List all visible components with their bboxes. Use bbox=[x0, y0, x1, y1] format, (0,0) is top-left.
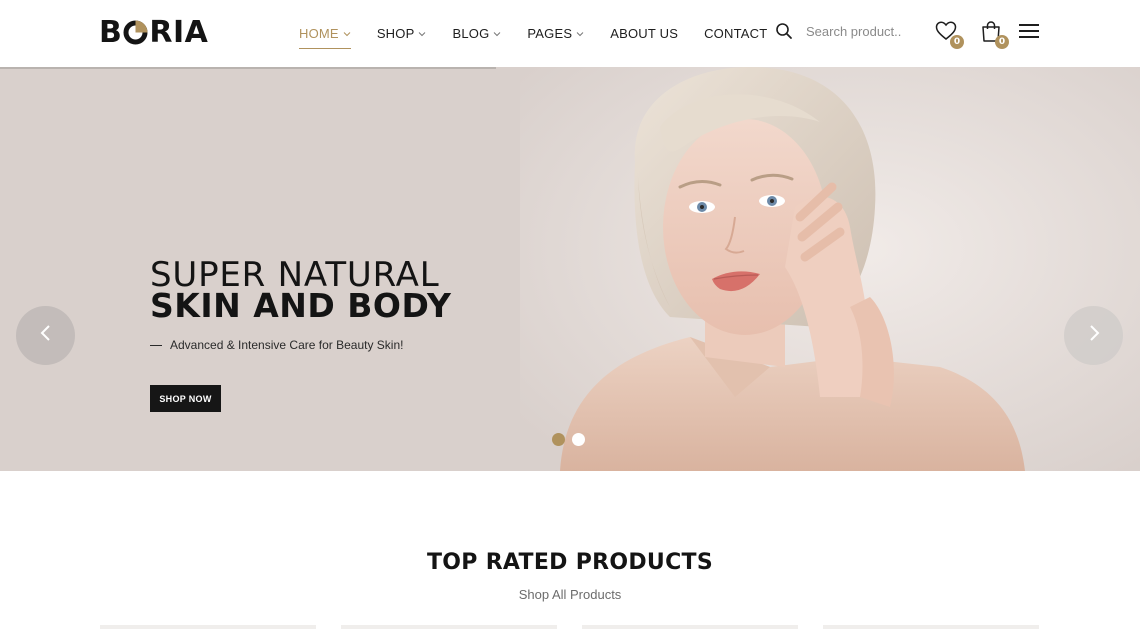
site-logo[interactable]: B RIA bbox=[99, 14, 208, 50]
shop-now-button[interactable]: SHOP NOW bbox=[150, 385, 221, 412]
search-input[interactable] bbox=[806, 21, 916, 41]
nav-item-shop[interactable]: SHOP bbox=[377, 23, 427, 45]
nav-item-about-us[interactable]: ABOUT US bbox=[610, 23, 678, 45]
nav-item-blog[interactable]: BLOG bbox=[452, 23, 501, 45]
cart-count-badge: 0 bbox=[995, 35, 1009, 49]
product-card[interactable] bbox=[582, 625, 798, 629]
section-title: TOP RATED PRODUCTS bbox=[427, 550, 713, 575]
chevron-right-icon bbox=[1087, 324, 1101, 347]
dash-divider bbox=[150, 344, 162, 346]
hero-subtitle-text: Advanced & Intensive Care for Beauty Ski… bbox=[170, 338, 404, 352]
wishlist-count-badge: 0 bbox=[950, 35, 964, 49]
product-card[interactable] bbox=[823, 625, 1039, 629]
nav-label: SHOP bbox=[376, 26, 415, 41]
logo-o-mark-icon bbox=[123, 20, 148, 45]
chevron-down-icon bbox=[343, 31, 351, 37]
hero-title-line2: SKIN AND BODY bbox=[150, 286, 452, 325]
hero-slider: SUPER NATURAL SKIN AND BODY Advanced & I… bbox=[0, 67, 1140, 471]
hero-model-image bbox=[520, 67, 1140, 471]
nav-item-contact[interactable]: CONTACT bbox=[704, 23, 767, 45]
site-header: B RIA HOME SHOP BLOG PAGES ABOUT US CONT… bbox=[0, 0, 1140, 67]
cart-button[interactable]: 0 bbox=[979, 19, 1009, 49]
product-card[interactable] bbox=[100, 625, 316, 629]
nav-item-pages[interactable]: PAGES bbox=[527, 23, 584, 45]
logo-text-start: B bbox=[99, 14, 123, 50]
nav-label: PAGES bbox=[527, 26, 573, 41]
slider-progress-bar bbox=[0, 67, 496, 69]
chevron-down-icon bbox=[493, 31, 501, 37]
slider-next-button[interactable] bbox=[1064, 306, 1123, 365]
nav-label: ABOUT US bbox=[610, 26, 679, 41]
shop-all-products-link[interactable]: Shop All Products bbox=[0, 587, 1140, 602]
chevron-left-icon bbox=[39, 324, 53, 347]
hamburger-menu-icon[interactable] bbox=[1019, 23, 1041, 39]
nav-label: CONTACT bbox=[704, 26, 768, 41]
product-grid bbox=[100, 625, 1064, 629]
nav-label: BLOG bbox=[452, 26, 490, 41]
logo-text-end: RIA bbox=[149, 14, 209, 50]
main-nav: HOME SHOP BLOG PAGES ABOUT US CONTACT bbox=[299, 0, 793, 67]
chevron-down-icon bbox=[418, 31, 426, 37]
slider-pagination bbox=[552, 433, 592, 446]
nav-item-home[interactable]: HOME bbox=[299, 23, 351, 49]
slider-dot-1[interactable] bbox=[552, 433, 565, 446]
slider-dot-2[interactable] bbox=[572, 433, 585, 446]
product-card[interactable] bbox=[341, 625, 557, 629]
wishlist-button[interactable]: 0 bbox=[934, 19, 964, 49]
slider-prev-button[interactable] bbox=[16, 306, 75, 365]
chevron-down-icon bbox=[576, 31, 584, 37]
search-icon[interactable] bbox=[775, 22, 793, 40]
hero-subtitle: Advanced & Intensive Care for Beauty Ski… bbox=[150, 338, 403, 352]
nav-label: HOME bbox=[299, 26, 339, 41]
